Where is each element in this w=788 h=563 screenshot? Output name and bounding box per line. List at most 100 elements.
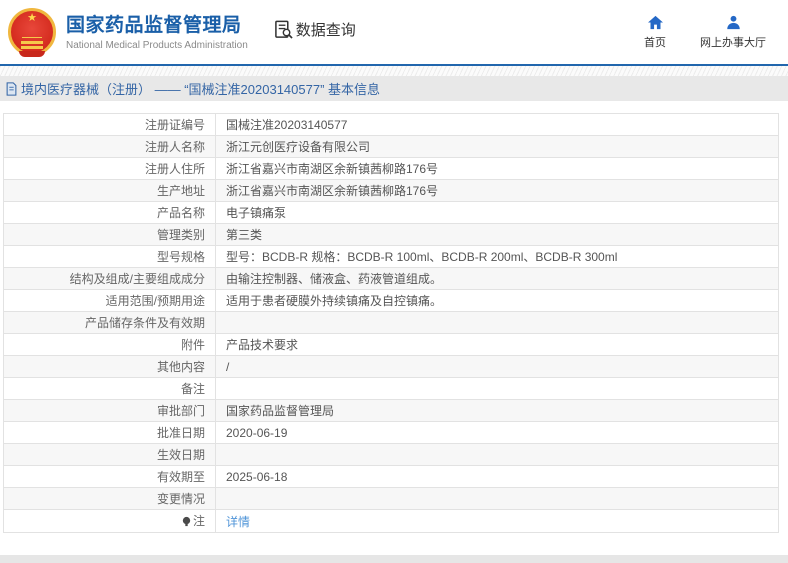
document-search-icon — [274, 20, 293, 39]
user-icon — [726, 15, 740, 29]
field-label-cell: 其他内容 — [3, 355, 216, 378]
field-value-cell: 浙江省嘉兴市南湖区余新镇茜柳路176号 — [215, 179, 779, 202]
field-label-cell: 注册人名称 — [3, 135, 216, 158]
field-label: 变更情况 — [156, 492, 205, 506]
table-row: 管理类别 第三类 — [3, 223, 779, 246]
table-row: 生产地址 浙江省嘉兴市南湖区余新镇茜柳路176号 — [3, 179, 779, 202]
field-label: 结构及组成/主要组成成分 — [69, 272, 205, 286]
field-value: 适用于患者硬膜外持续镇痛及自控镇痛。 — [226, 294, 443, 308]
table-row: 附件 产品技术要求 — [3, 333, 779, 356]
field-label: 生产地址 — [156, 184, 205, 198]
field-label-cell: 适用范围/预期用途 — [3, 289, 216, 312]
field-label-cell: 产品名称 — [3, 201, 216, 224]
table-row: 批准日期 2020-06-19 — [3, 421, 779, 444]
field-label-cell: 注册证编号 — [3, 113, 216, 136]
hatched-divider — [0, 66, 788, 76]
field-label: 其他内容 — [156, 360, 205, 374]
field-value: 浙江省嘉兴市南湖区余新镇茜柳路176号 — [226, 184, 439, 198]
table-row: 有效期至 2025-06-18 — [3, 465, 779, 488]
field-label: 注 — [192, 514, 205, 528]
field-label: 适用范围/预期用途 — [105, 294, 205, 308]
field-label: 管理类别 — [156, 228, 205, 242]
field-label: 注册人住所 — [144, 162, 205, 176]
field-label-cell: 附件 — [3, 333, 216, 356]
table-row: 注册人住所 浙江省嘉兴市南湖区余新镇茜柳路176号 — [3, 157, 779, 180]
nav-home[interactable]: 首页 — [644, 15, 666, 50]
nav-home-label: 首页 — [644, 36, 666, 49]
field-value: 国家药品监督管理局 — [226, 404, 335, 418]
field-label-cell: 变更情况 — [3, 487, 216, 510]
field-value: 第三类 — [226, 228, 263, 242]
field-value: 由输注控制器、储液盒、药液管道组成。 — [226, 272, 443, 286]
field-label: 审批部门 — [156, 404, 205, 418]
field-value-cell: 2020-06-19 — [215, 421, 779, 444]
field-value-cell — [215, 377, 779, 400]
home-icon — [647, 15, 663, 29]
table-row: 变更情况 — [3, 487, 779, 510]
table-row: 备注 — [3, 377, 779, 400]
field-value-cell: 产品技术要求 — [215, 333, 779, 356]
field-value-cell: 由输注控制器、储液盒、药液管道组成。 — [215, 267, 779, 290]
field-label-cell: 审批部门 — [3, 399, 216, 422]
field-value-cell: 型号：BCDB-R 规格：BCDB-R 100ml、BCDB-R 200ml、B… — [215, 245, 779, 268]
table-row: 型号规格 型号：BCDB-R 规格：BCDB-R 100ml、BCDB-R 20… — [3, 245, 779, 268]
field-value: 产品技术要求 — [226, 338, 299, 352]
nav-online-hall-label: 网上办事大厅 — [700, 36, 766, 49]
table-row: 适用范围/预期用途 适用于患者硬膜外持续镇痛及自控镇痛。 — [3, 289, 779, 312]
brand-block: 国家药品监督管理局 National Medical Products Admi… — [66, 14, 248, 51]
header-nav: 首页 网上办事大厅 — [644, 15, 766, 50]
field-label: 型号规格 — [156, 250, 205, 264]
field-label-cell: 产品储存条件及有效期 — [3, 311, 216, 334]
note-icon — [181, 516, 192, 530]
nav-online-hall[interactable]: 网上办事大厅 — [700, 15, 766, 50]
field-value-cell: 国家药品监督管理局 — [215, 399, 779, 422]
field-label: 有效期至 — [156, 470, 205, 484]
field-label: 批准日期 — [156, 426, 205, 440]
site-title: 国家药品监督管理局 — [66, 14, 242, 36]
field-value: 2020-06-19 — [226, 425, 288, 440]
detail-table-body: 注册证编号 国械注准20203140577 注册人名称 浙江元创医疗设备有限公司… — [3, 113, 779, 533]
field-value-cell — [215, 487, 779, 510]
field-value-cell: / — [215, 355, 779, 378]
field-label: 注册人名称 — [144, 140, 205, 154]
field-value-cell — [215, 311, 779, 334]
detail-link[interactable]: 详情 — [226, 515, 250, 529]
table-row: 结构及组成/主要组成成分 由输注控制器、储液盒、药液管道组成。 — [3, 267, 779, 290]
field-label-cell: 注册人住所 — [3, 157, 216, 180]
table-row: 注册人名称 浙江元创医疗设备有限公司 — [3, 135, 779, 158]
site-header: ★ 国家药品监督管理局 National Medical Products Ad… — [0, 0, 788, 66]
field-value-cell — [215, 443, 779, 466]
table-row: 注册证编号 国械注准20203140577 — [3, 113, 779, 136]
field-value-cell: 适用于患者硬膜外持续镇痛及自控镇痛。 — [215, 289, 779, 312]
table-row: 审批部门 国家药品监督管理局 — [3, 399, 779, 422]
field-value: 国械注准20203140577 — [226, 118, 348, 132]
field-label-cell: 生产地址 — [3, 179, 216, 202]
field-label-cell: 有效期至 — [3, 465, 216, 488]
table-row: 产品储存条件及有效期 — [3, 311, 779, 334]
emblem-ribbon-shape — [19, 51, 45, 57]
field-value: 2025-06-18 — [226, 469, 288, 484]
page-icon — [6, 81, 17, 96]
field-value-cell: 浙江元创医疗设备有限公司 — [215, 135, 779, 158]
field-label-cell: 备注 — [3, 377, 216, 400]
field-label-cell: 型号规格 — [3, 245, 216, 268]
field-value: / — [226, 359, 230, 374]
field-value-cell: 浙江省嘉兴市南湖区余新镇茜柳路176号 — [215, 157, 779, 180]
data-query-tab[interactable]: 数据查询 — [274, 19, 356, 40]
footer-strip — [0, 555, 788, 563]
national-emblem-logo: ★ — [8, 8, 56, 57]
registration-detail-table: 注册证编号 国械注准20203140577 注册人名称 浙江元创医疗设备有限公司… — [3, 113, 779, 533]
field-label-cell: 注 — [3, 509, 216, 533]
breadcrumb: 境内医疗器械（注册） —— “国械注准20203140577” 基本信息 — [0, 76, 788, 101]
table-row: 产品名称 电子镇痛泵 — [3, 201, 779, 224]
field-label: 备注 — [180, 382, 205, 396]
field-label-cell: 结构及组成/主要组成成分 — [3, 267, 216, 290]
field-value-cell: 2025-06-18 — [215, 465, 779, 488]
field-label: 注册证编号 — [144, 118, 205, 132]
field-value: 电子镇痛泵 — [226, 206, 287, 220]
field-value: 型号：BCDB-R 规格：BCDB-R 100ml、BCDB-R 200ml、B… — [226, 250, 618, 264]
breadcrumb-text: 境内医疗器械（注册） —— “国械注准20203140577” 基本信息 — [21, 82, 381, 97]
field-value-cell: 国械注准20203140577 — [215, 113, 779, 136]
field-value: 浙江省嘉兴市南湖区余新镇茜柳路176号 — [226, 162, 439, 176]
table-row: 其他内容 / — [3, 355, 779, 378]
